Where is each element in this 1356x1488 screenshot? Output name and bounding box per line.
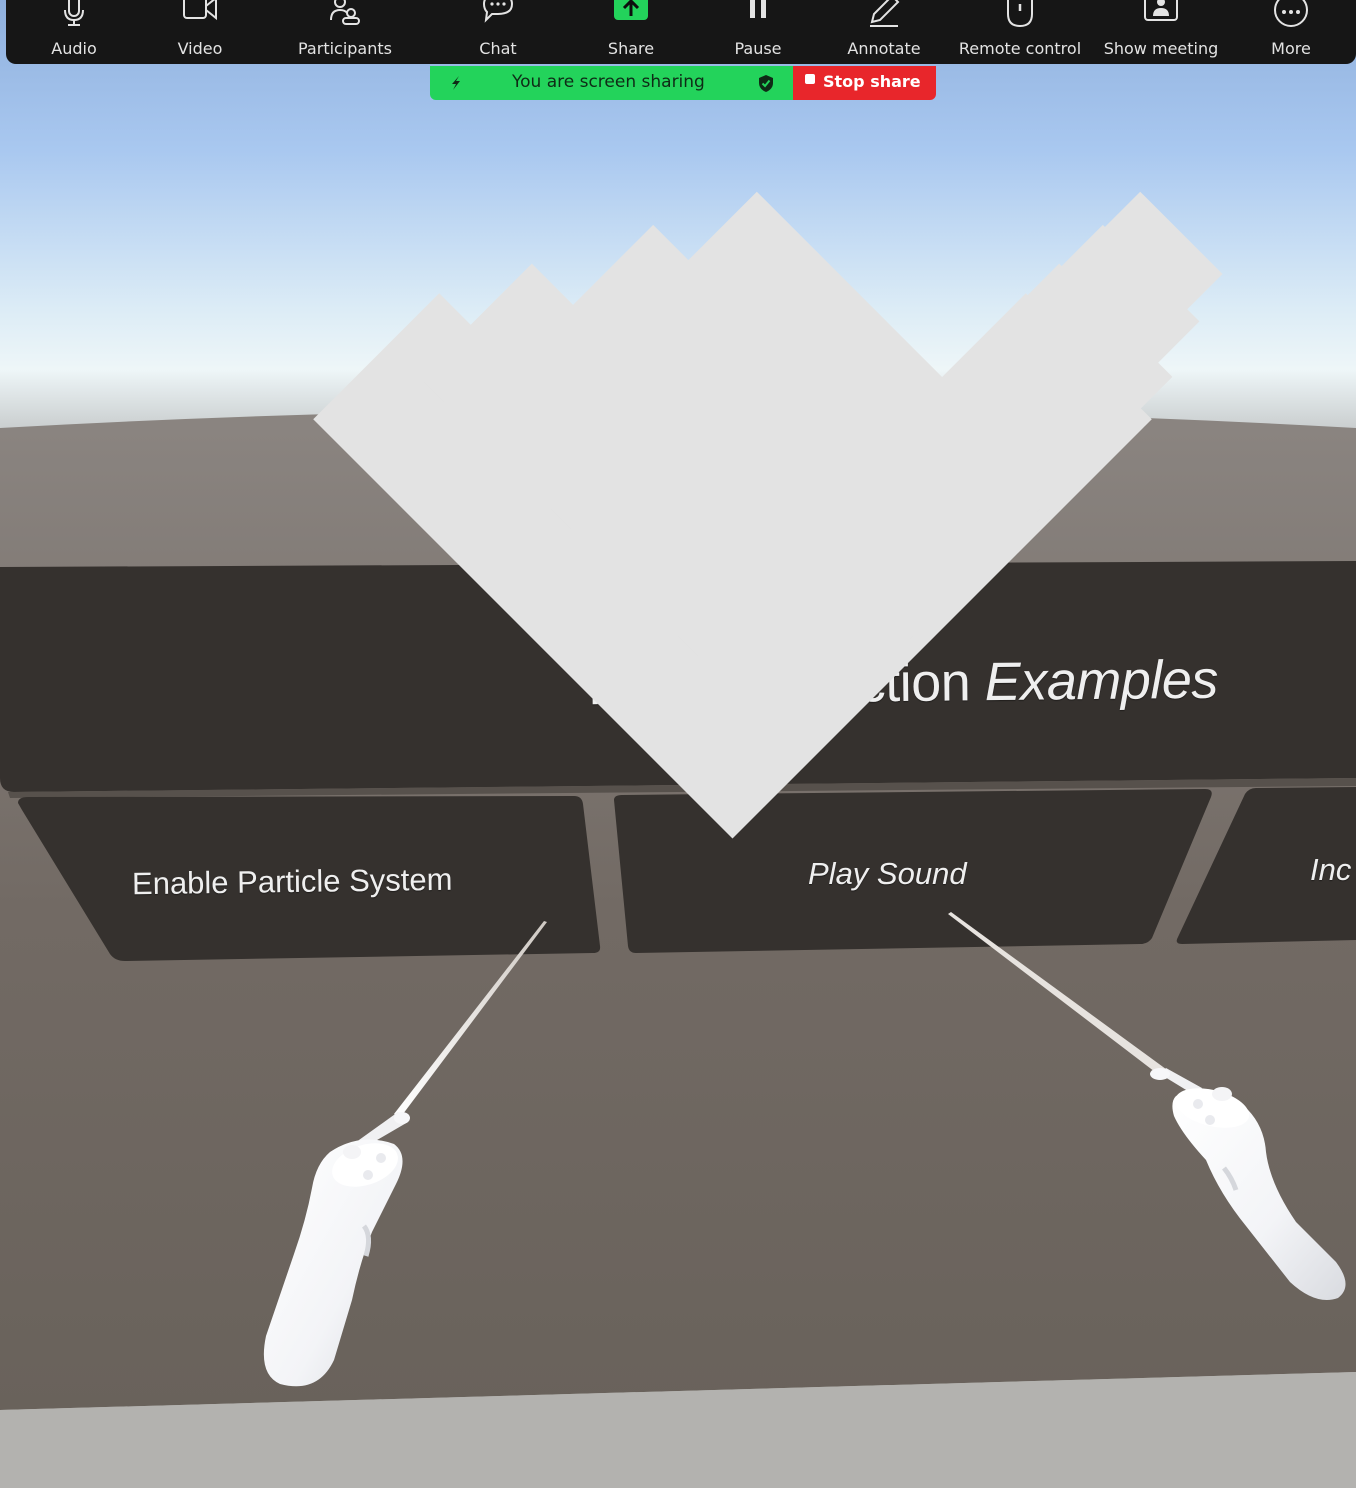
video-button[interactable]: Video bbox=[156, 0, 244, 64]
pause-icon bbox=[750, 0, 766, 18]
share-screen-icon bbox=[614, 0, 648, 20]
annotate-label: Annotate bbox=[847, 39, 921, 58]
remote-control-label: Remote control bbox=[958, 39, 1082, 58]
participants-label: Participants bbox=[298, 39, 392, 58]
stop-icon bbox=[805, 74, 815, 84]
show-meeting-label: Show meeting bbox=[1103, 39, 1219, 58]
shield-check-icon bbox=[759, 75, 773, 92]
annotate-button[interactable]: Annotate bbox=[834, 0, 934, 64]
stop-share-button[interactable]: Stop share bbox=[793, 66, 936, 100]
more-label: More bbox=[1271, 39, 1311, 58]
more-options-icon bbox=[1274, 0, 1308, 27]
stop-share-label: Stop share bbox=[823, 72, 921, 91]
sharing-status-bar[interactable]: You are screen sharing bbox=[430, 66, 793, 100]
participants-button[interactable]: Participants bbox=[286, 0, 404, 64]
share-button[interactable]: Share bbox=[591, 0, 671, 64]
more-button[interactable]: More bbox=[1251, 0, 1331, 64]
pause-label: Pause bbox=[734, 39, 782, 58]
video-camera-icon bbox=[183, 0, 217, 21]
chat-bubble-icon bbox=[482, 0, 514, 23]
drag-handle-icon[interactable] bbox=[446, 73, 466, 93]
participants-icon bbox=[330, 0, 360, 25]
meeting-window-icon bbox=[1144, 0, 1178, 21]
meeting-toolbar: Audio Video Participants Chat Share Paus… bbox=[6, 0, 1356, 839]
audio-button[interactable]: Audio bbox=[30, 0, 118, 64]
sharing-status-text: You are screen sharing bbox=[512, 72, 705, 92]
microphone-icon bbox=[64, 0, 84, 26]
pause-button[interactable]: Pause bbox=[718, 0, 798, 64]
audio-label: Audio bbox=[51, 39, 97, 58]
chat-chevron-down-icon[interactable] bbox=[541, 0, 1356, 815]
chat-label: Chat bbox=[479, 39, 517, 58]
share-label: Share bbox=[607, 39, 655, 58]
screen-sharing-banner: You are screen sharing Stop share bbox=[430, 66, 936, 100]
chat-button[interactable]: Chat bbox=[458, 0, 538, 64]
video-label: Video bbox=[177, 39, 223, 58]
screen: Poke Interaction Examples Enable Particl… bbox=[0, 0, 1356, 1488]
show-meeting-button[interactable]: Show meeting bbox=[1096, 0, 1226, 64]
pencil-icon bbox=[870, 0, 900, 27]
mouse-icon bbox=[1007, 0, 1033, 28]
remote-control-button[interactable]: Remote control bbox=[950, 0, 1090, 64]
